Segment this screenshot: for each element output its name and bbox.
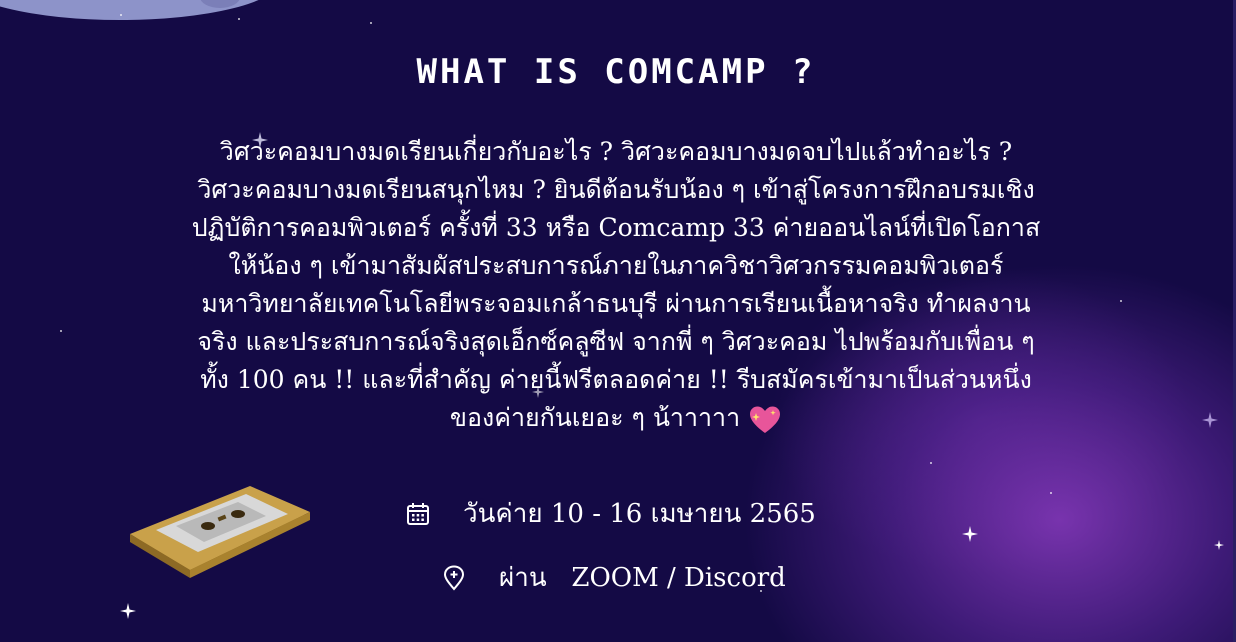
section-title: WHAT IS COMCAMP ? bbox=[416, 52, 816, 92]
sparkling-heart-icon bbox=[750, 406, 781, 433]
section-description: วิศวะคอมบางมดเรียนเกี่ยวกับอะไร ? วิศวะค… bbox=[190, 133, 1042, 437]
description-text: วิศวะคอมบางมดเรียนเกี่ยวกับอะไร ? วิศวะค… bbox=[191, 137, 1041, 432]
sparkle-icon bbox=[1202, 412, 1218, 428]
sparkle-icon bbox=[1214, 540, 1224, 550]
camp-date-row: วันค่าย 10 - 16 เมษายน 2565 bbox=[405, 493, 816, 534]
calendar-icon bbox=[407, 502, 429, 525]
location-pin-icon bbox=[443, 564, 465, 591]
camp-location-text: ผ่าน ZOOM / Discord bbox=[499, 563, 786, 593]
sparkle-icon bbox=[120, 603, 136, 619]
star bbox=[930, 462, 932, 464]
star bbox=[1050, 492, 1052, 494]
star bbox=[238, 18, 240, 20]
star bbox=[60, 330, 62, 332]
star bbox=[120, 14, 122, 16]
camp-date-text: วันค่าย 10 - 16 เมษายน 2565 bbox=[463, 499, 816, 529]
sparkle-icon bbox=[962, 526, 978, 542]
camp-location-row: ผ่าน ZOOM / Discord bbox=[441, 557, 786, 598]
cassette-tape-icon bbox=[130, 486, 310, 578]
top-cloud-decoration bbox=[0, 0, 280, 20]
star bbox=[1120, 300, 1122, 302]
star bbox=[370, 22, 372, 24]
